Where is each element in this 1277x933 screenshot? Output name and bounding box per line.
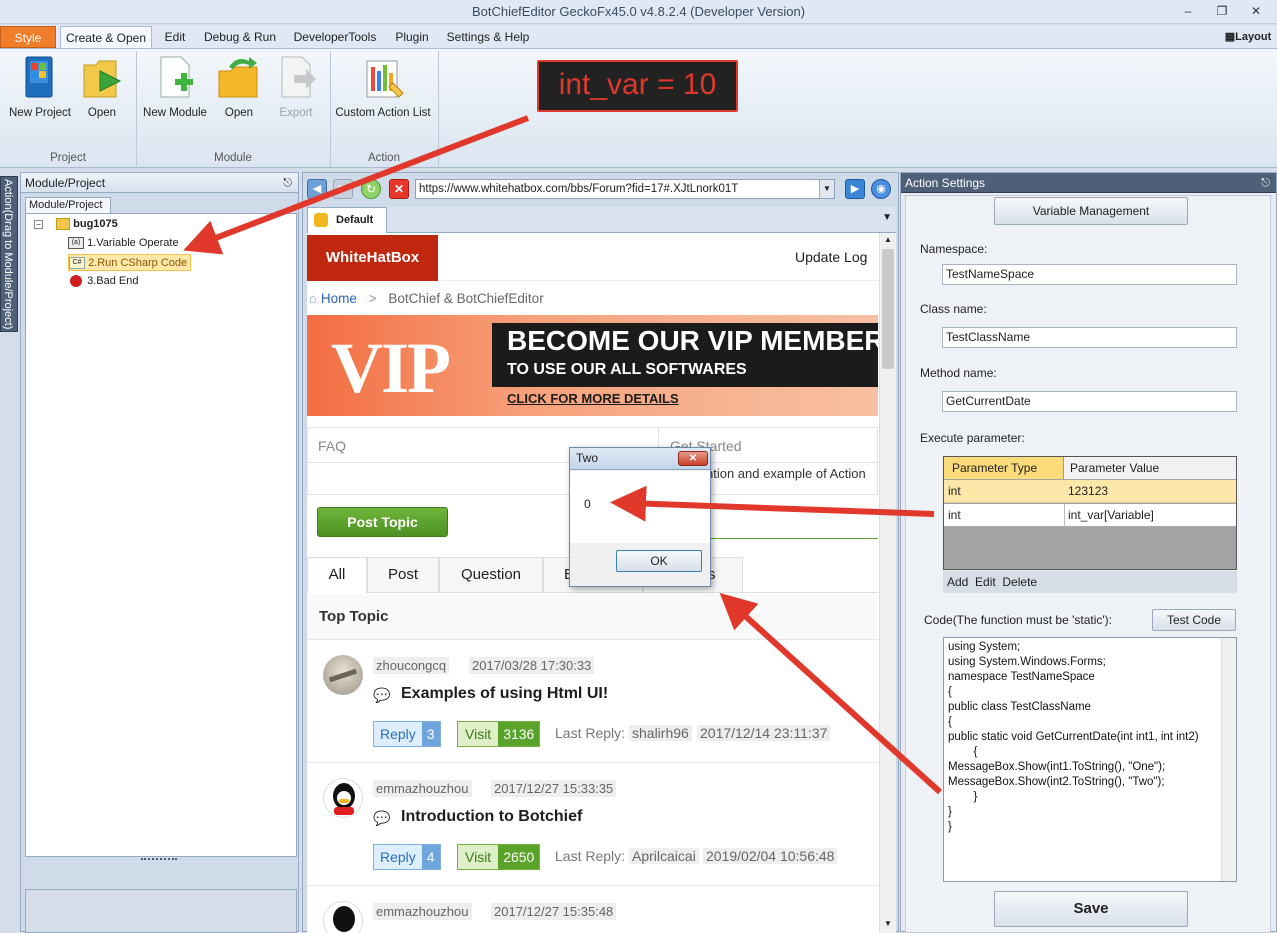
arrow-code-to-dialog [719,592,943,795]
annotation-arrows [183,115,943,795]
arrow-callout-to-variable [183,115,530,255]
arrow-param-to-dialog [610,485,935,522]
